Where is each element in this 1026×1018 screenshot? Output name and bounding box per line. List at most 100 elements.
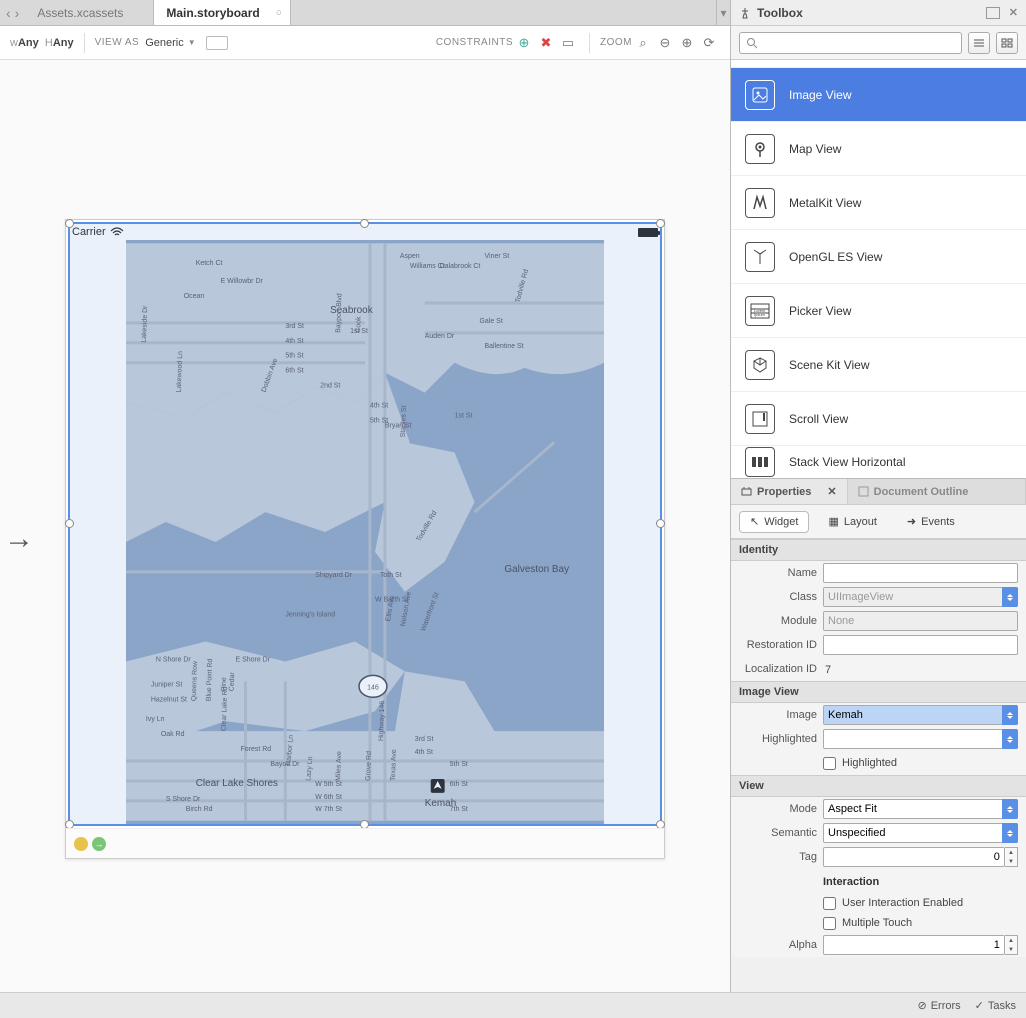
zoom-in-icon[interactable]: ⊕ [679, 35, 695, 51]
resize-handle[interactable] [656, 519, 665, 528]
label-name: Name [739, 567, 823, 579]
dropdown-icon[interactable] [1002, 823, 1018, 843]
stepper-icon[interactable]: ▲▼ [1005, 847, 1018, 867]
mode-combo[interactable] [823, 799, 1018, 819]
tab-assets[interactable]: Assets.xcassets [25, 0, 154, 25]
design-canvas[interactable]: → Carrier [0, 60, 730, 1018]
tab-label: Document Outline [874, 486, 969, 498]
toolbox-item-label: MetalKit View [789, 196, 861, 210]
dropdown-icon[interactable] [1002, 705, 1018, 725]
device-preview-icon[interactable] [206, 36, 228, 50]
picker-icon: LoremIpsum [745, 296, 775, 326]
tab-label: Properties [757, 486, 811, 498]
zoom-out-icon[interactable]: ⊖ [657, 35, 673, 51]
nav-back-icon[interactable]: ‹ [6, 5, 11, 21]
add-constraint-icon[interactable]: ⊕ [516, 35, 532, 51]
resize-handle[interactable] [360, 219, 369, 228]
close-icon[interactable]: ✕ [1009, 6, 1018, 19]
list-view-icon[interactable] [968, 32, 990, 54]
properties-tab[interactable]: Properties ✕ [731, 479, 848, 504]
toolbox-item-scroll[interactable]: Scroll View [731, 392, 1026, 446]
dropdown-icon[interactable] [1002, 729, 1018, 749]
section-imageview: Image View [731, 681, 1026, 703]
segue-arrow-icon[interactable]: → [4, 522, 34, 556]
image-combo[interactable] [823, 705, 1018, 725]
toolbox-item-label: Image View [789, 88, 851, 102]
nav-fwd-icon[interactable]: › [15, 5, 20, 21]
toolbox-item-scene[interactable]: Scene Kit View [731, 338, 1026, 392]
toolbox-item-label: Map View [789, 142, 841, 156]
dropdown-icon[interactable]: ▼ [188, 38, 196, 47]
name-input[interactable] [823, 563, 1018, 583]
tab-close-icon[interactable]: ○ [276, 7, 282, 18]
layout-icon: ▦ [828, 515, 838, 528]
scene-icon [745, 350, 775, 380]
semantic-combo[interactable] [823, 823, 1018, 843]
toolbox-item-opengl[interactable]: OpenGL ES View [731, 230, 1026, 284]
grid-view-icon[interactable] [996, 32, 1018, 54]
tab-overflow-icon[interactable]: ▾ [716, 0, 730, 25]
toolbox-item-picker[interactable]: LoremIpsumPicker View [731, 284, 1026, 338]
zoom-actual-icon[interactable]: ⟳ [701, 35, 717, 51]
resize-handle[interactable] [656, 219, 665, 228]
section-identity: Identity [731, 539, 1026, 561]
outline-icon [858, 486, 869, 497]
stackh-icon [745, 447, 775, 477]
dropdown-icon[interactable] [1002, 587, 1018, 607]
exit-icon[interactable] [92, 837, 106, 851]
label-class: Class [739, 591, 823, 603]
events-tab[interactable]: ➜Events [896, 511, 966, 533]
toolbox-item-metal[interactable]: MetalKit View [731, 176, 1026, 230]
resize-handle[interactable] [65, 219, 74, 228]
first-responder-icon[interactable] [74, 837, 88, 851]
label-highlighted: Highlighted [739, 733, 823, 745]
scene-dock [66, 828, 664, 858]
designer-toolbar: wAny HAny VIEW AS Generic ▼ CONSTRAINTS … [0, 26, 730, 60]
size-class[interactable]: wAny HAny [10, 37, 74, 49]
toolbox-header: Toolbox ✕ [731, 0, 1026, 26]
remove-constraint-icon[interactable]: ✖ [538, 35, 554, 51]
widget-tab[interactable]: ↖Widget [739, 511, 809, 533]
document-tabs: ‹ › Assets.xcassets Main.storyboard ○ ▾ [0, 0, 730, 26]
layout-tab[interactable]: ▦Layout [817, 511, 887, 533]
viewas-value[interactable]: Generic [145, 37, 184, 49]
interaction-heading: Interaction [823, 872, 1018, 890]
zoom-fit-icon[interactable]: ⌕ [635, 35, 651, 51]
properties-panel: Properties ✕ Document Outline ↖Widget ▦L… [731, 478, 1026, 1018]
alpha-input[interactable] [823, 935, 1005, 955]
stepper-icon[interactable]: ▲▼ [1005, 935, 1018, 955]
toolbox-title: Toolbox [757, 6, 803, 20]
uie-checkbox[interactable] [823, 897, 836, 910]
tab-storyboard[interactable]: Main.storyboard ○ [154, 0, 290, 25]
search-input[interactable] [739, 32, 962, 54]
tag-input[interactable] [823, 847, 1005, 867]
highlighted-combo[interactable] [823, 729, 1018, 749]
label-restoration: Restoration ID [739, 639, 823, 651]
close-icon[interactable]: ✕ [827, 485, 836, 498]
selection-rect[interactable] [68, 222, 662, 826]
resolve-constraints-icon[interactable]: ▭ [560, 35, 576, 51]
tasks-button[interactable]: ✓Tasks [975, 999, 1016, 1012]
toolbox-item-stackh[interactable]: Stack View Horizontal [731, 446, 1026, 478]
toolbox-item-pin[interactable]: Map View [731, 122, 1026, 176]
multitouch-checkbox[interactable] [823, 917, 836, 930]
uie-label: User Interaction Enabled [842, 897, 963, 909]
toolbox-list: Image View Map View MetalKit View OpenGL ES… [731, 60, 1026, 478]
label-localization: Localization ID [739, 663, 823, 675]
check-icon: ✓ [975, 999, 984, 1012]
module-input[interactable] [823, 611, 1018, 631]
dropdown-icon[interactable] [1002, 799, 1018, 819]
status-bar-bottom: ⊘Errors ✓Tasks [0, 992, 1026, 1018]
restoration-input[interactable] [823, 635, 1018, 655]
dock-icon[interactable] [986, 7, 1000, 19]
errors-button[interactable]: ⊘Errors [917, 999, 960, 1012]
device-frame: Carrier [65, 219, 665, 859]
label-image: Image [739, 709, 823, 721]
class-combo[interactable] [823, 587, 1018, 607]
toolbox-item-label: OpenGL ES View [789, 250, 882, 264]
resize-handle[interactable] [65, 519, 74, 528]
highlighted-checkbox[interactable] [823, 757, 836, 770]
document-outline-tab[interactable]: Document Outline [848, 479, 1026, 504]
constraints-label: CONSTRAINTS [436, 37, 513, 48]
toolbox-item-image[interactable]: Image View [731, 68, 1026, 122]
